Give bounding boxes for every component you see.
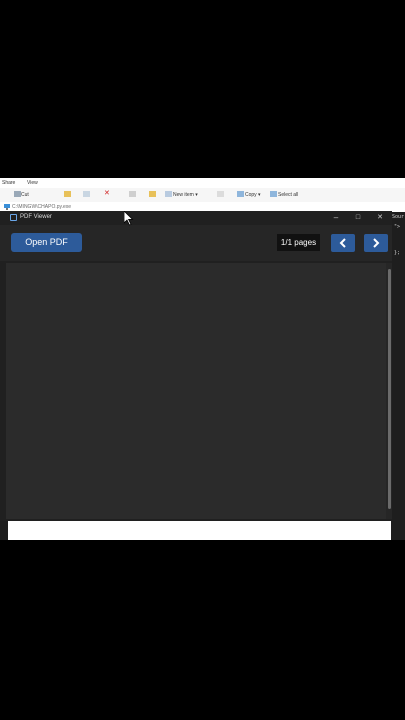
select-all-label[interactable]: Select all <box>278 192 298 198</box>
next-page-button[interactable] <box>364 234 388 252</box>
maximize-button[interactable]: □ <box>352 212 364 224</box>
page-indicator: 1/1 pages <box>277 234 320 251</box>
explorer-menu-bar: Share View <box>0 178 405 188</box>
open-pdf-button[interactable]: Open PDF <box>11 233 82 252</box>
menu-view[interactable]: View <box>27 180 38 186</box>
code-fragment: "> <box>394 224 401 230</box>
address-text[interactable]: C:\MINGW\CHAPO.py.exe <box>12 204 71 210</box>
chevron-right-icon <box>373 238 380 248</box>
pc-icon <box>4 204 10 210</box>
code-fragment: }; <box>394 250 401 256</box>
viewer-toolbar: Open PDF 1/1 pages <box>0 225 392 261</box>
code-editor-right: Sour "> }; <box>391 212 405 540</box>
code-fragment: Sour <box>392 214 405 220</box>
menu-share[interactable]: Share <box>2 180 15 186</box>
previous-page-button[interactable] <box>331 234 355 252</box>
delete-icon[interactable]: ✕ <box>104 190 111 197</box>
copy-path-icon[interactable] <box>83 191 90 197</box>
cut-label[interactable]: Cut <box>21 192 29 198</box>
app-icon <box>10 214 17 221</box>
scrollbar-thumb[interactable] <box>388 269 391 509</box>
new-item-icon[interactable] <box>165 191 172 197</box>
select-all-icon[interactable] <box>270 191 277 197</box>
vertical-scrollbar[interactable] <box>386 263 392 519</box>
properties-icon[interactable] <box>217 191 224 197</box>
new-folder-icon[interactable] <box>149 191 156 197</box>
pdf-page-canvas[interactable] <box>6 263 386 519</box>
open-icon[interactable] <box>237 191 244 197</box>
chevron-left-icon <box>339 238 346 248</box>
window-title: PDF Viewer <box>20 214 52 220</box>
desktop-screen: Share View Cut ✕ New item ▾ Copy ▾ Selec… <box>0 178 405 540</box>
close-button[interactable]: ✕ <box>374 212 386 224</box>
cut-icon[interactable] <box>14 191 21 197</box>
pdf-viewer-window: PDF Viewer – □ ✕ Open PDF 1/1 pages <box>0 211 392 521</box>
minimize-button[interactable]: – <box>330 212 342 224</box>
explorer-ribbon: Cut ✕ New item ▾ Copy ▾ Select all <box>0 188 405 203</box>
rename-icon[interactable] <box>129 191 136 197</box>
copy-label[interactable]: Copy ▾ <box>245 192 261 198</box>
folder-icon[interactable] <box>64 191 71 197</box>
window-titlebar[interactable]: PDF Viewer – □ ✕ <box>0 211 392 225</box>
mouse-cursor-icon <box>124 211 134 226</box>
new-item-label[interactable]: New item ▾ <box>173 192 198 198</box>
